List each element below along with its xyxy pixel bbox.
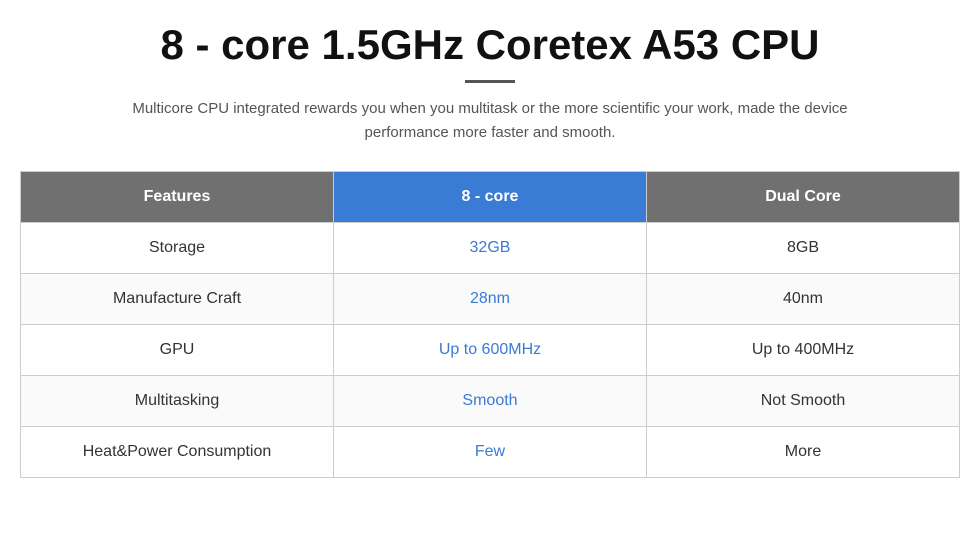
value-8core: 28nm <box>334 274 647 325</box>
table-row: Manufacture Craft28nm40nm <box>21 274 960 325</box>
comparison-table: Features 8 - core Dual Core Storage32GB8… <box>20 171 960 478</box>
page-subtitle: Multicore CPU integrated rewards you whe… <box>110 97 870 145</box>
value-8core: Up to 600MHz <box>334 325 647 376</box>
value-dual: 40nm <box>647 274 960 325</box>
value-dual: Not Smooth <box>647 376 960 427</box>
value-8core: Smooth <box>334 376 647 427</box>
value-8core: Few <box>334 427 647 478</box>
feature-label: Storage <box>21 223 334 274</box>
table-row: MultitaskingSmoothNot Smooth <box>21 376 960 427</box>
table-row: Storage32GB8GB <box>21 223 960 274</box>
title-divider <box>465 80 515 83</box>
feature-label: Heat&Power Consumption <box>21 427 334 478</box>
value-8core: 32GB <box>334 223 647 274</box>
col-header-8core: 8 - core <box>334 172 647 223</box>
feature-label: GPU <box>21 325 334 376</box>
feature-label: Manufacture Craft <box>21 274 334 325</box>
feature-label: Multitasking <box>21 376 334 427</box>
value-dual: 8GB <box>647 223 960 274</box>
table-row: GPUUp to 600MHzUp to 400MHz <box>21 325 960 376</box>
table-header-row: Features 8 - core Dual Core <box>21 172 960 223</box>
page-title: 8 - core 1.5GHz Coretex A53 CPU <box>160 20 819 70</box>
value-dual: More <box>647 427 960 478</box>
col-header-dualcore: Dual Core <box>647 172 960 223</box>
value-dual: Up to 400MHz <box>647 325 960 376</box>
table-row: Heat&Power ConsumptionFewMore <box>21 427 960 478</box>
col-header-features: Features <box>21 172 334 223</box>
